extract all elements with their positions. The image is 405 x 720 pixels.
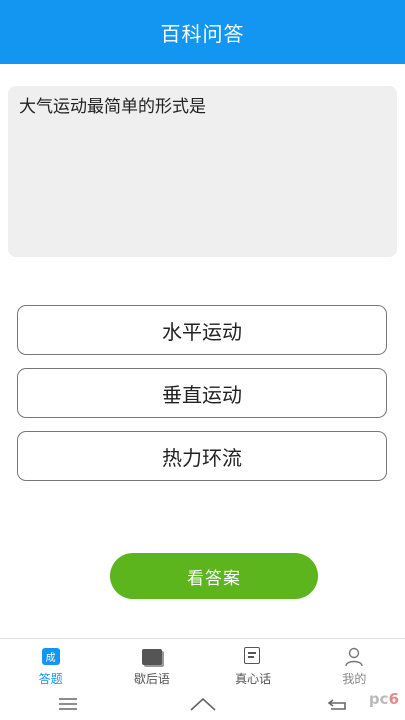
question-text: 大气运动最简单的形式是 xyxy=(19,97,206,117)
option-label: 热力环流 xyxy=(162,445,242,470)
system-nav-bar xyxy=(0,688,405,720)
page-title: 百科问答 xyxy=(160,21,245,46)
option-label: 垂直运动 xyxy=(162,382,242,407)
watermark-logo: pc6 xyxy=(368,690,399,708)
option-button-3[interactable]: 热力环流 xyxy=(17,431,387,481)
book-icon xyxy=(141,647,163,667)
bottom-tab-bar: 成 答题 歇后语 真心话 我的 xyxy=(0,638,405,689)
tab-label: 歇后语 xyxy=(133,672,170,686)
option-button-2[interactable]: 垂直运动 xyxy=(17,368,387,418)
tab-label: 真心话 xyxy=(235,672,272,686)
home-icon[interactable] xyxy=(183,692,223,716)
option-button-1[interactable]: 水平运动 xyxy=(17,305,387,355)
question-box: 大气运动最简单的形式是 xyxy=(8,86,397,257)
note-icon xyxy=(242,647,264,667)
tab-answer[interactable]: 成 答题 xyxy=(0,639,101,689)
tab-label: 答题 xyxy=(38,672,63,686)
menu-icon[interactable] xyxy=(48,692,88,716)
tab-xiehouyu[interactable]: 歇后语 xyxy=(101,639,202,689)
tab-truth[interactable]: 真心话 xyxy=(203,639,304,689)
cheng-badge-icon: 成 xyxy=(40,647,62,667)
app-header: 百科问答 xyxy=(0,0,405,64)
user-icon xyxy=(343,647,365,667)
show-answer-button[interactable]: 看答案 xyxy=(110,553,318,599)
show-answer-label: 看答案 xyxy=(187,568,241,589)
back-icon[interactable] xyxy=(318,692,358,716)
tab-mine[interactable]: 我的 xyxy=(304,639,405,689)
option-label: 水平运动 xyxy=(162,319,242,344)
tab-label: 我的 xyxy=(342,672,367,686)
